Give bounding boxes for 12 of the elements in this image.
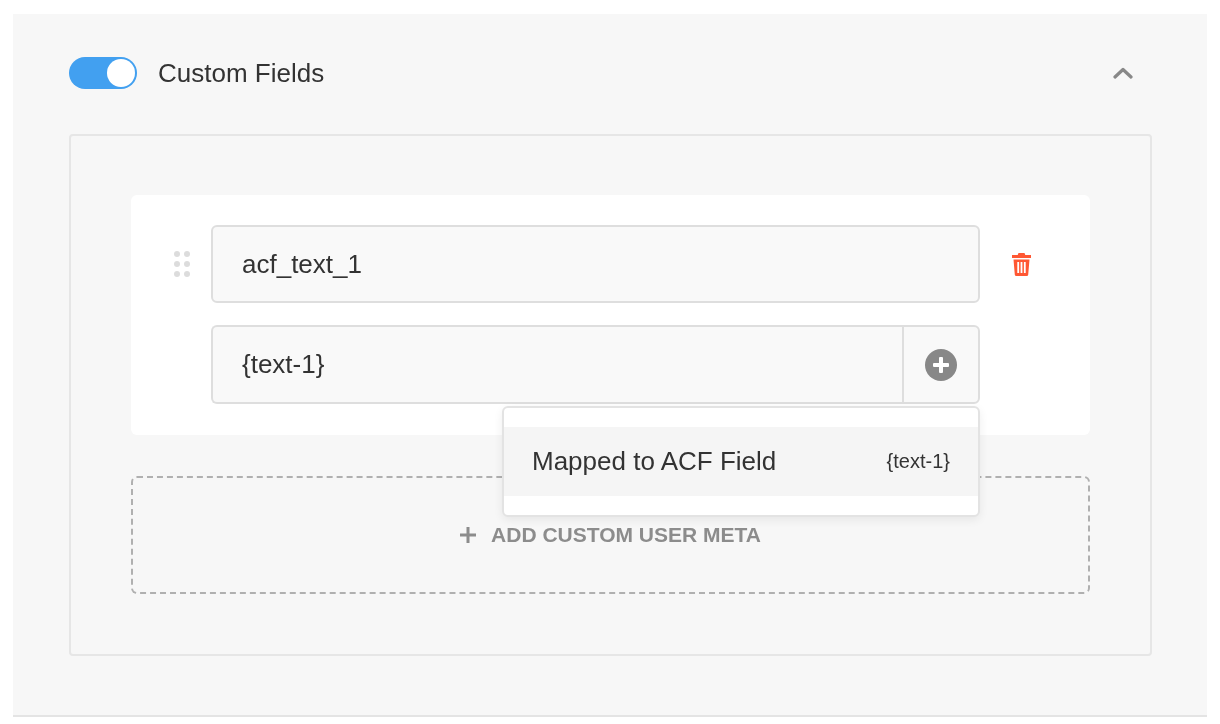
trash-icon[interactable]	[1012, 252, 1031, 276]
chevron-up-icon[interactable]	[1113, 67, 1133, 79]
section-title: Custom Fields	[158, 57, 325, 89]
plus-circle-icon	[925, 348, 957, 381]
drag-handle-icon[interactable]	[174, 251, 190, 277]
plus-icon	[460, 527, 477, 543]
menu-item[interactable]: Mapped to ACF Field {text-1}	[504, 427, 978, 496]
toggle-switch[interactable]	[69, 57, 137, 89]
field-token: {text-1}	[886, 450, 950, 473]
insert-tag-button[interactable]	[902, 325, 980, 404]
input-field[interactable]: acf_text_1	[211, 225, 980, 303]
input-field[interactable]: {text-1}	[211, 325, 902, 404]
